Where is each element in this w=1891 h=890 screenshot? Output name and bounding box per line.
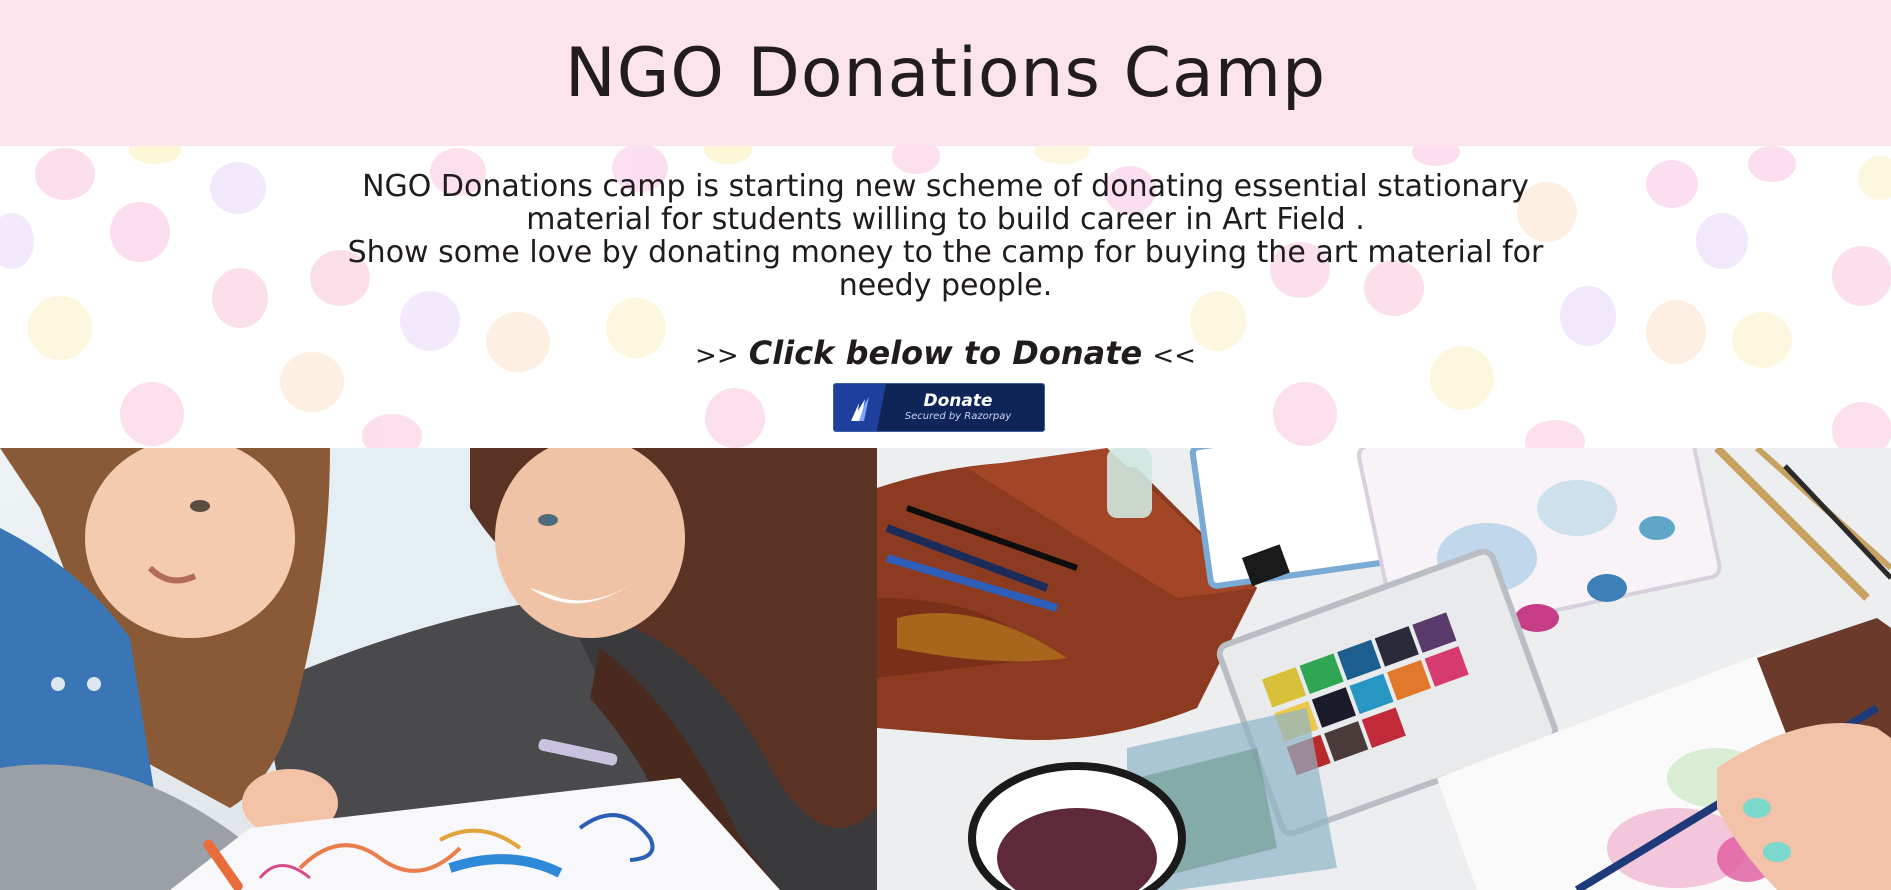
cta-text: Click below to Donate <box>748 334 1143 372</box>
description-line-2: Show some love by donating money to the … <box>347 235 1544 303</box>
donate-button-sublabel: Secured by Razorpay <box>904 411 1012 422</box>
photo-watercolor-supplies <box>877 448 1891 890</box>
page-header: NGO Donations Camp <box>0 0 1891 146</box>
donate-button-label: Donate <box>923 391 993 411</box>
page-title: NGO Donations Camp <box>564 33 1327 113</box>
description-line-1: NGO Donations camp is starting new schem… <box>362 169 1529 237</box>
hero-content: NGO Donations camp is starting new schem… <box>0 146 1891 448</box>
razorpay-logo-icon <box>834 384 886 431</box>
cta-suffix: << <box>1152 341 1196 371</box>
hero-description: NGO Donations camp is starting new schem… <box>300 170 1591 302</box>
donate-call-to-action: >> Click below to Donate << <box>0 334 1891 372</box>
donate-button[interactable]: Donate Secured by Razorpay <box>833 383 1045 432</box>
cta-prefix: >> <box>695 341 739 371</box>
donate-button-text: Donate Secured by Razorpay <box>886 392 1044 423</box>
hero-section: NGO Donations camp is starting new schem… <box>0 146 1891 448</box>
photo-child-drawing <box>0 448 877 890</box>
photo-gallery <box>0 448 1891 890</box>
